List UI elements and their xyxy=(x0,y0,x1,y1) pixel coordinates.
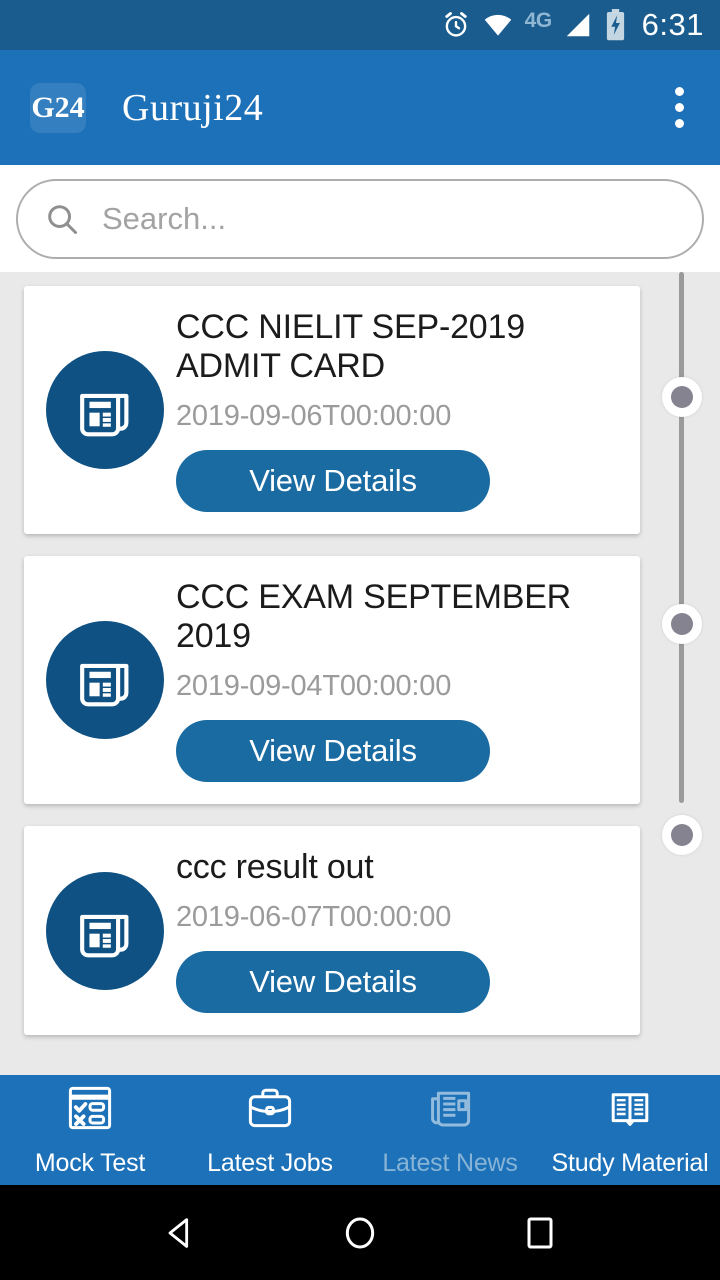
home-button[interactable] xyxy=(310,1203,410,1263)
search-input[interactable] xyxy=(102,200,676,237)
timeline-dot[interactable] xyxy=(662,815,702,855)
view-details-button[interactable]: View Details xyxy=(176,951,490,1014)
alarm-icon xyxy=(441,10,471,40)
app-bar: G24 Guruji24 xyxy=(0,50,720,165)
news-card-body: CCC NIELIT SEP-2019 ADMIT CARD 2019-09-0… xyxy=(164,308,622,513)
news-card-icon xyxy=(46,351,164,470)
news-card-date: 2019-09-06T00:00:00 xyxy=(176,400,452,433)
overflow-dot-icon xyxy=(675,103,684,112)
nav-label: Latest Jobs xyxy=(207,1149,333,1177)
timeline-dot[interactable] xyxy=(662,377,702,417)
news-card-date: 2019-09-04T00:00:00 xyxy=(176,670,452,703)
battery-charging-icon xyxy=(604,9,627,41)
search-icon xyxy=(44,201,80,237)
overflow-dot-icon xyxy=(675,119,684,128)
timeline-line xyxy=(679,272,684,803)
overflow-menu-button[interactable] xyxy=(661,77,698,138)
timeline-dot-inner-icon xyxy=(671,824,693,846)
nav-item-study-material[interactable]: Study Material xyxy=(540,1075,720,1185)
android-navigation-bar xyxy=(0,1185,720,1280)
news-card-body: ccc result out 2019-06-07T00:00:00 View … xyxy=(164,848,622,1014)
timeline-dot[interactable] xyxy=(662,604,702,644)
briefcase-icon xyxy=(244,1082,296,1139)
nav-label: Mock Test xyxy=(34,1149,146,1177)
clock-time: 6:31 xyxy=(641,7,704,42)
nav-label: Latest News xyxy=(382,1149,518,1177)
news-card[interactable]: CCC EXAM SEPTEMBER 2019 2019-09-04T00:00… xyxy=(24,556,640,805)
app-logo: G24 xyxy=(30,82,86,133)
signal-icon xyxy=(563,10,593,40)
newspaper-icon xyxy=(46,351,164,470)
phone-screen: 4G 6:31 G24 Guruji24 Search... CCC NIELI… xyxy=(0,0,720,1280)
timeline-scroll-indicator[interactable] xyxy=(640,272,720,1075)
open-book-icon xyxy=(604,1082,656,1139)
newspaper-icon xyxy=(46,871,164,990)
back-button[interactable] xyxy=(130,1203,230,1263)
newspaper-icon xyxy=(46,621,164,740)
search-box[interactable] xyxy=(16,178,704,259)
news-card-title: CCC NIELIT SEP-2019 ADMIT CARD xyxy=(176,308,525,386)
news-card-icon xyxy=(46,871,164,990)
network-type-label: 4G xyxy=(524,8,553,32)
view-details-button[interactable]: View Details xyxy=(176,450,490,513)
news-card[interactable]: ccc result out 2019-06-07T00:00:00 View … xyxy=(24,826,640,1036)
nav-item-mock-test[interactable]: Mock Test xyxy=(0,1075,180,1185)
news-cards: CCC NIELIT SEP-2019 ADMIT CARD 2019-09-0… xyxy=(0,272,640,1036)
news-card[interactable]: CCC NIELIT SEP-2019 ADMIT CARD 2019-09-0… xyxy=(24,286,640,535)
news-list-container: CCC NIELIT SEP-2019 ADMIT CARD 2019-09-0… xyxy=(0,272,720,1075)
news-card-icon xyxy=(46,621,164,740)
nav-item-latest-news[interactable]: Latest News xyxy=(360,1075,540,1185)
recent-apps-button[interactable] xyxy=(490,1203,590,1263)
news-card-date: 2019-06-07T00:00:00 xyxy=(176,901,452,934)
timeline-dot-inner-icon xyxy=(671,386,693,408)
newspaper-outline-icon xyxy=(424,1082,476,1139)
news-card-title: CCC EXAM SEPTEMBER 2019 xyxy=(176,578,572,656)
nav-item-latest-jobs[interactable]: Latest Jobs xyxy=(180,1075,360,1185)
overflow-dot-icon xyxy=(675,87,684,96)
mock-test-icon xyxy=(64,1082,116,1139)
view-details-button[interactable]: View Details xyxy=(176,720,490,783)
search-bar-container xyxy=(0,165,720,272)
bottom-navigation: Mock Test Latest Jobs Latest News Study … xyxy=(0,1075,720,1185)
nav-label: Study Material xyxy=(551,1149,709,1177)
page-title: Guruji24 xyxy=(122,86,264,129)
status-bar: 4G 6:31 xyxy=(0,0,720,50)
wifi-icon xyxy=(482,10,514,40)
timeline-dot-inner-icon xyxy=(671,613,693,635)
news-card-body: CCC EXAM SEPTEMBER 2019 2019-09-04T00:00… xyxy=(164,578,622,783)
news-card-title: ccc result out xyxy=(176,848,374,887)
